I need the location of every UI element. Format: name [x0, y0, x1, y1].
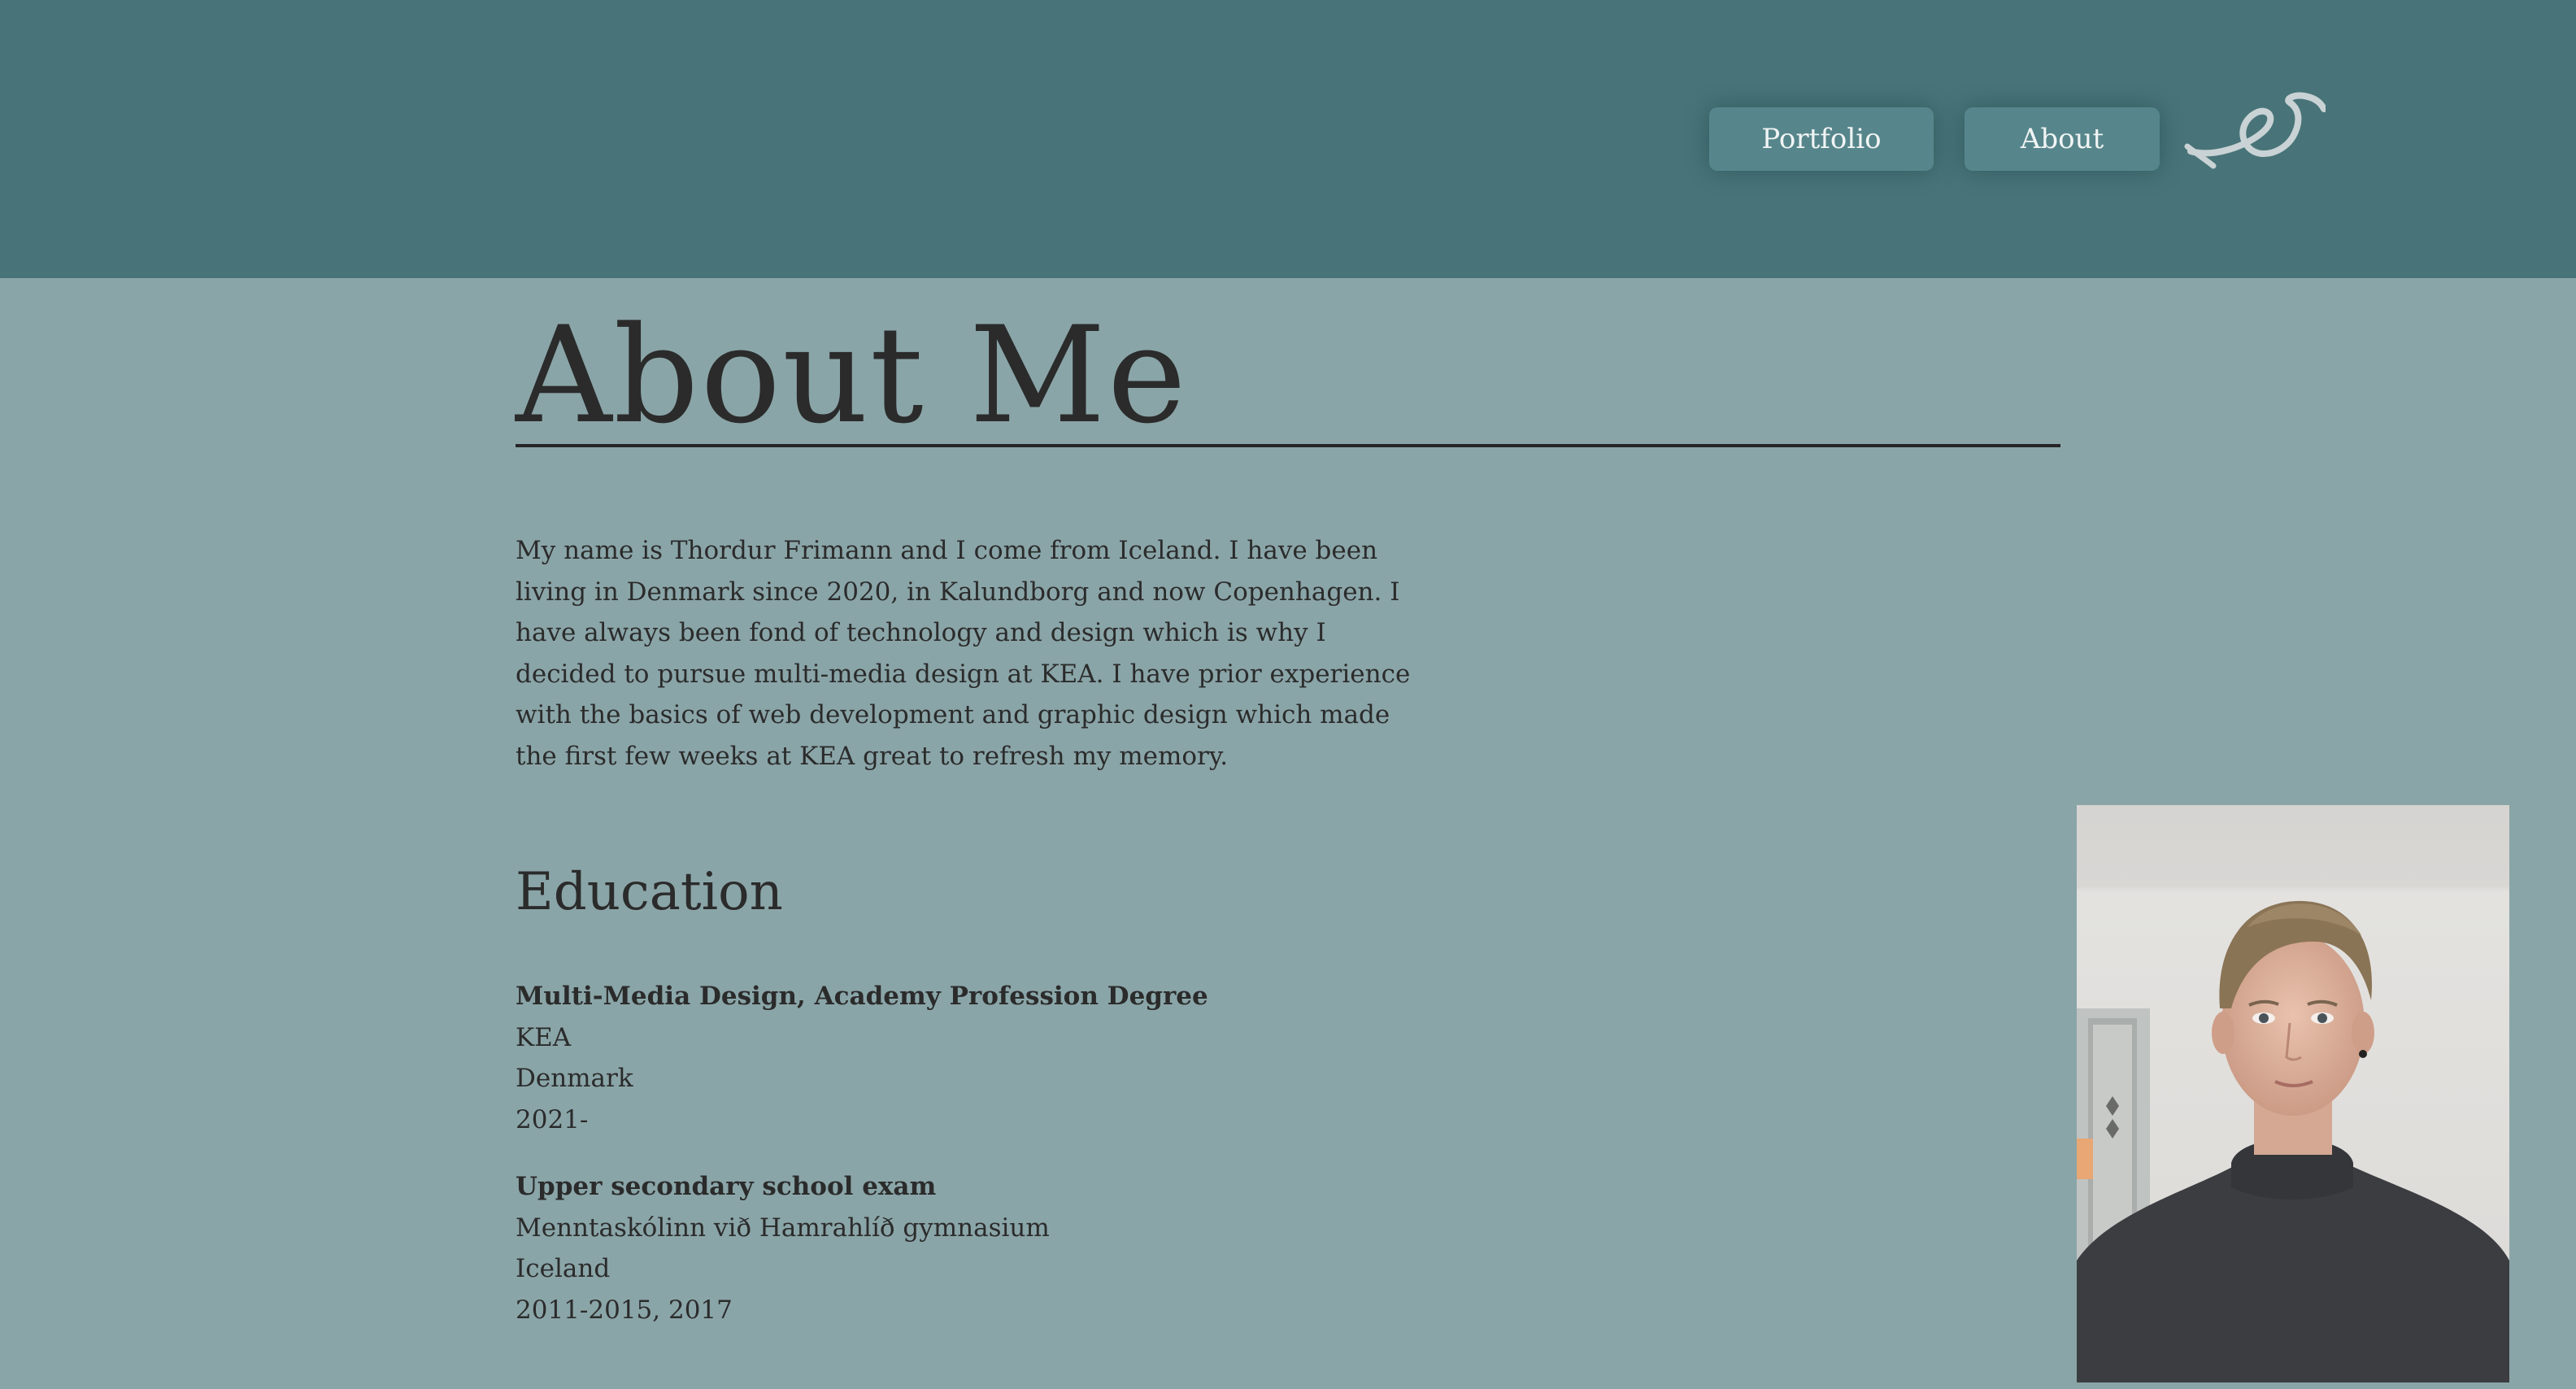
- site-header: Portfolio About: [0, 0, 2576, 278]
- nav-portfolio-button[interactable]: Portfolio: [1709, 107, 1934, 171]
- education-years: 2011-2015, 2017: [516, 1295, 733, 1325]
- education-degree: Multi-Media Design, Academy Profession D…: [516, 982, 1208, 1011]
- education-heading: Education: [516, 862, 783, 922]
- education-country: Iceland: [516, 1254, 611, 1283]
- education-years: 2021-: [516, 1104, 589, 1134]
- education-entry: Multi-Media Design, Academy Profession D…: [516, 976, 1208, 1140]
- nav-about-button[interactable]: About: [1965, 107, 2160, 171]
- title-divider: [516, 444, 2060, 447]
- portrait-photo: [2077, 805, 2509, 1382]
- education-school: KEA: [516, 1022, 572, 1052]
- education-degree: Upper secondary school exam: [516, 1172, 937, 1201]
- education-entry: Upper secondary school exam Menntaskólin…: [516, 1166, 1050, 1330]
- bio-paragraph: My name is Thordur Frimann and I come fr…: [516, 536, 1411, 771]
- education-country: Denmark: [516, 1064, 633, 1093]
- page-title: About Me: [516, 298, 1188, 453]
- signature-logo-icon[interactable]: [2181, 88, 2326, 169]
- education-school: Menntaskólinn við Hamrahlíð gymnasium: [516, 1213, 1050, 1243]
